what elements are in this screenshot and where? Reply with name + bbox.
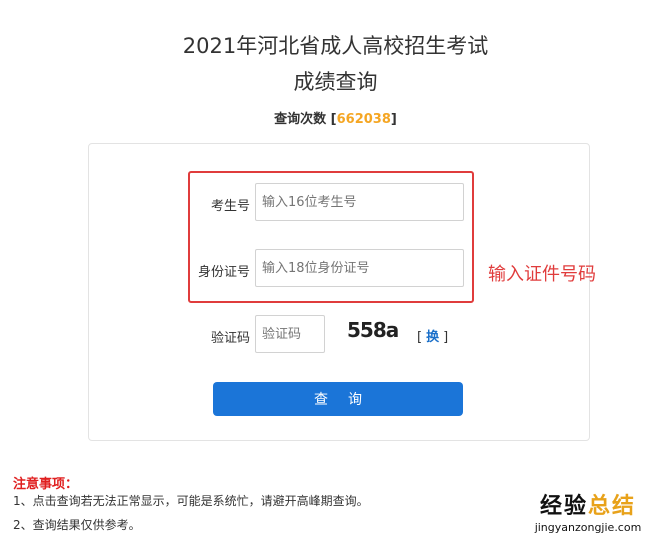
query-count-bracket-close: ] <box>390 112 397 127</box>
notice-item-2: 2、查询结果仅供参考。 <box>13 518 141 532</box>
highlight-box <box>188 171 474 303</box>
query-button[interactable]: 查询 <box>213 382 463 416</box>
captcha-input[interactable] <box>255 315 325 353</box>
captcha-refresh: [换] <box>417 326 448 345</box>
query-count: 查询次数 [662038] <box>0 108 671 127</box>
page-title-line2: 成绩查询 <box>293 70 378 94</box>
query-count-value: 662038 <box>336 112 391 127</box>
page-title-line1: 2021年河北省成人高校招生考试 <box>182 34 489 58</box>
captcha-bracket-open: [ <box>417 330 423 345</box>
watermark-url: jingyanzongjie.com <box>534 521 642 534</box>
captcha-label: 验证码 <box>210 331 250 346</box>
query-count-label: 查询次数 <box>274 112 327 127</box>
captcha-bracket-close: ] <box>443 330 449 345</box>
notice-title: 注意事项： <box>13 477 79 492</box>
captcha-refresh-link[interactable]: 换 <box>426 330 439 345</box>
watermark-main: 经验 <box>539 494 588 519</box>
watermark: 经验总结 jingyanzongjie.com <box>518 488 658 534</box>
captcha-image[interactable]: 558a <box>347 318 399 342</box>
watermark-accent: 总结 <box>588 494 637 519</box>
annotation-text: 输入证件号码 <box>488 264 596 285</box>
notice-item-1: 1、点击查询若无法正常显示，可能是系统忙，请避开高峰期查询。 <box>13 494 369 508</box>
